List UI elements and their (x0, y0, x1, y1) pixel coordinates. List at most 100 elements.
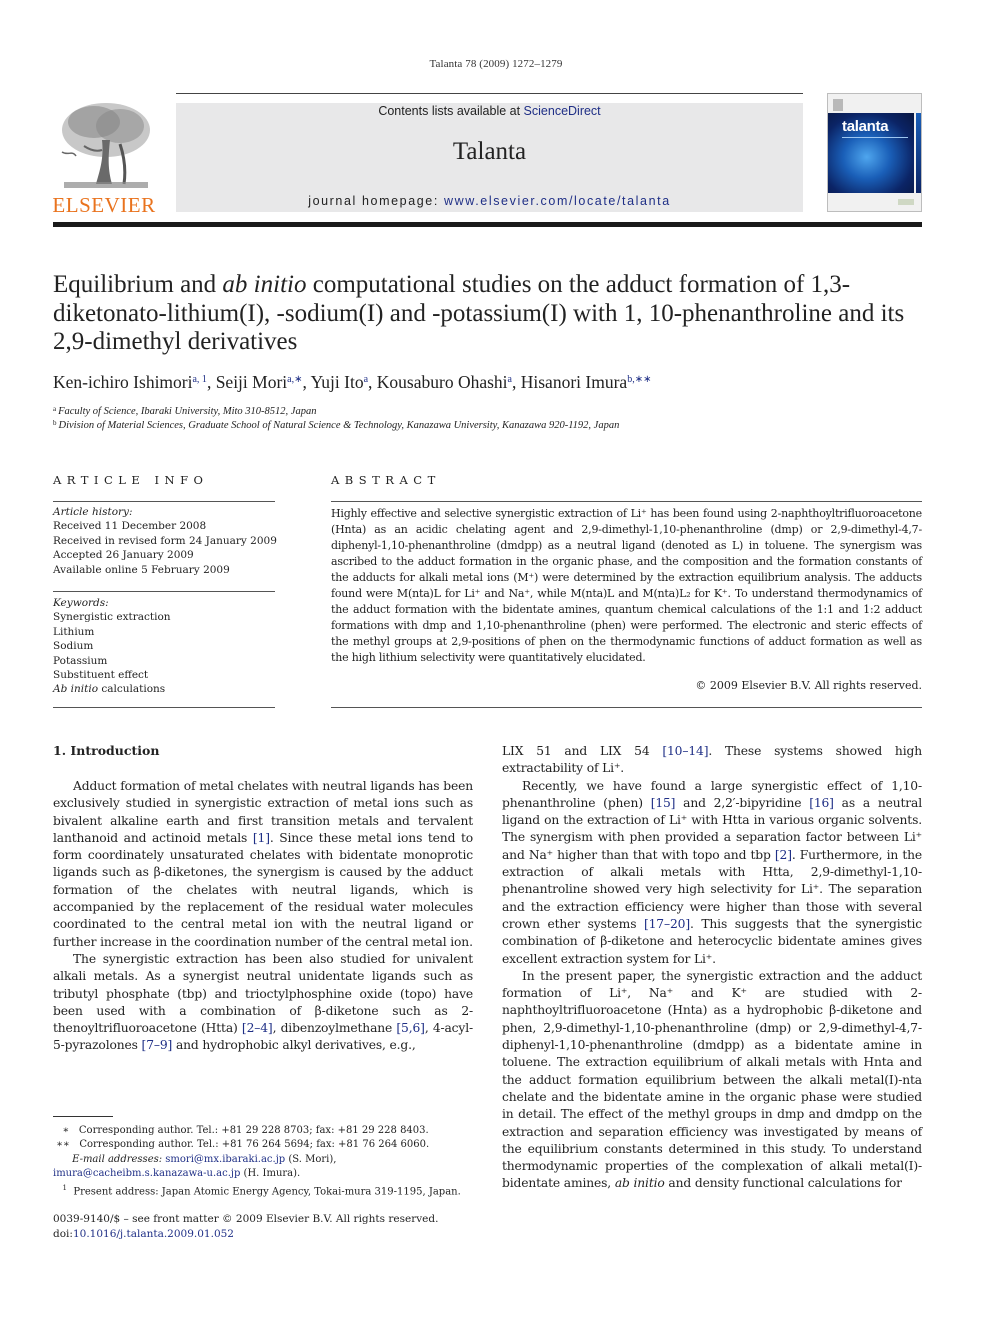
affiliation-mark: a (53, 405, 57, 413)
reference-link[interactable]: [5,6] (396, 1021, 425, 1035)
author-name[interactable]: Hisanori Imura (521, 372, 627, 392)
abstract-copyright: © 2009 Elsevier B.V. All rights reserved… (695, 679, 922, 692)
footnote-text: Present address: Japan Atomic Energy Age… (73, 1186, 461, 1198)
keyword: Substituent effect (53, 669, 149, 682)
footnote-emails-cont: imura@cacheibm.s.kanazawa-u.ac.jp (H. Im… (53, 1167, 473, 1181)
paragraph-text: . Since these metal ions tend to form co… (53, 830, 474, 949)
paragraph-text: and density functional calculations for (664, 1176, 902, 1191)
keyword-rest: calculations (98, 683, 166, 696)
affiliation-b: b Division of Material Sciences, Graduate… (53, 419, 619, 431)
cover-spine-strip (916, 113, 921, 193)
reference-link[interactable]: [2] (775, 848, 792, 862)
journal-homepage-link[interactable]: www.elsevier.com/locate/talanta (444, 194, 671, 208)
contents-line: Contents lists available at ScienceDirec… (176, 104, 803, 118)
reference-link[interactable]: [2–4] (242, 1021, 273, 1035)
reference-link[interactable]: [1] (253, 831, 270, 845)
abstract-rule (331, 501, 922, 502)
reference-link[interactable]: [10–14] (662, 744, 708, 758)
author-marks[interactable]: a (364, 374, 368, 385)
author-marks[interactable]: b,∗∗ (627, 374, 651, 385)
author-name[interactable]: Kousaburo Ohashi (377, 372, 508, 392)
author-name[interactable]: Seiji Mori (216, 372, 287, 392)
author-name[interactable]: Yuji Ito (311, 372, 364, 392)
elsevier-tree-icon (61, 103, 150, 188)
affiliation-text: Faculty of Science, Ibaraki University, … (58, 406, 317, 417)
history-accepted: Accepted 26 January 2009 (53, 549, 194, 562)
footnote-mark: ∗ (62, 1125, 70, 1136)
footnote-text: Corresponding author. Tel.: +81 29 228 8… (78, 1125, 429, 1136)
reference-link[interactable]: [15] (651, 796, 676, 810)
reference-link[interactable]: [17–20] (644, 917, 690, 931)
right-column: LIX 51 and LIX 54 [10–14]. These systems… (502, 743, 922, 1193)
reference-link[interactable]: [7–9] (142, 1038, 173, 1052)
affiliation-a: a Faculty of Science, Ibaraki University,… (53, 405, 316, 417)
cover-publisher-badge (833, 99, 843, 111)
contents-prefix: Contents lists available at (378, 104, 524, 118)
article-title: Equilibrium and ab initio computational … (53, 271, 923, 357)
issn-line: 0039-9140/$ – see front matter © 2009 El… (53, 1213, 439, 1225)
sciencedirect-link[interactable]: ScienceDirect (524, 104, 601, 118)
doi-line: doi:10.1016/j.talanta.2009.01.052 (53, 1227, 473, 1242)
intro-paragraph: LIX 51 and LIX 54 [10–14]. These systems… (502, 743, 922, 778)
header-top-rule (176, 93, 803, 94)
email-owner: (H. Imura). (240, 1167, 301, 1179)
cover-footer-logo (898, 199, 914, 205)
left-column: Adduct formation of metal chelates with … (53, 778, 473, 1055)
italic-text: ab initio (614, 1176, 665, 1191)
front-matter: 0039-9140/$ – see front matter © 2009 El… (53, 1212, 473, 1241)
footnote-mark: ∗∗ (56, 1139, 70, 1151)
cover-title: talanta (842, 118, 889, 135)
paragraph-text: , dibenzoylmethane (272, 1021, 397, 1036)
intro-paragraph: Recently, we have found a large synergis… (502, 778, 922, 968)
journal-title: Talanta (452, 138, 527, 165)
article-info-bottom-rule (53, 707, 275, 708)
author-list: Ken-ichiro Ishimoria, 1, Seiji Moria,∗, … (53, 372, 652, 392)
email-label: E-mail addresses: (72, 1153, 163, 1165)
article-history-heading: Article history: (53, 506, 133, 518)
author-marks[interactable]: a (508, 374, 512, 385)
doi-link[interactable]: 10.1016/j.talanta.2009.01.052 (73, 1228, 234, 1240)
history-revised: Received in revised form 24 January 2009 (53, 534, 277, 547)
elsevier-wordmark: ELSEVIER (52, 193, 156, 217)
intro-paragraph: The synergistic extraction has been also… (53, 951, 473, 1055)
email-link-mori[interactable]: smori@mx.ibaraki.ac.jp (165, 1154, 285, 1165)
journal-homepage: journal homepage: www.elsevier.com/locat… (176, 194, 803, 208)
intro-paragraph: Adduct formation of metal chelates with … (53, 778, 473, 951)
header-bottom-rule (53, 222, 922, 227)
keywords-list: Keywords: Synergistic extraction Lithium… (53, 596, 275, 697)
author-marks[interactable]: a,∗ (287, 374, 302, 385)
paragraph-text: In the present paper, the synergistic ex… (502, 968, 922, 1191)
keyword: Ab initio calculations (53, 682, 275, 696)
keyword: Sodium (53, 640, 94, 653)
title-italic: ab initio (222, 271, 307, 298)
footnote-rule (53, 1116, 113, 1117)
footnote-emails: E-mail addresses: smori@mx.ibaraki.ac.jp… (53, 1153, 473, 1167)
abstract-heading: ABSTRACT (331, 473, 441, 487)
affiliation-text: Division of Material Sciences, Graduate … (58, 420, 620, 431)
footnote-text: Corresponding author. Tel.: +81 76 264 5… (79, 1139, 430, 1151)
footnotes: ∗ Corresponding author. Tel.: +81 29 228… (53, 1124, 473, 1200)
title-part-1: Equilibrium and (53, 271, 223, 298)
journal-cover-thumbnail[interactable]: talanta (827, 93, 922, 212)
paragraph-text: and 2,2′-bipyridine (675, 795, 810, 810)
footnote-corresponding-1: ∗ Corresponding author. Tel.: +81 29 228… (53, 1124, 473, 1138)
abstract-bottom-rule (331, 707, 922, 708)
email-link-imura[interactable]: imura@cacheibm.s.kanazawa-u.ac.jp (53, 1168, 240, 1179)
paragraph-text: LIX 51 and LIX 54 (502, 744, 663, 758)
keyword: Potassium (53, 654, 108, 667)
reference-link[interactable]: [16] (809, 796, 834, 810)
elsevier-logo[interactable]: ELSEVIER (52, 100, 156, 217)
abstract-text: Highly effective and selective synergist… (331, 507, 922, 664)
author-marks[interactable]: a, 1 (192, 374, 206, 385)
author-name[interactable]: Ken-ichiro Ishimori (53, 372, 192, 392)
affiliation-mark: b (53, 419, 57, 427)
article-info-rule (53, 501, 275, 502)
cover-subtitle-line (842, 137, 908, 138)
journal-citation: Talanta 78 (2009) 1272–1279 (429, 58, 563, 70)
email-owner: (S. Mori), (285, 1153, 337, 1165)
journal-masthead: Contents lists available at ScienceDirec… (176, 103, 803, 212)
keyword: Synergistic extraction (53, 611, 171, 624)
history-received: Received 11 December 2008 (53, 520, 207, 533)
article-info-heading: ARTICLE INFO (53, 473, 209, 487)
paragraph-text: and hydrophobic alkyl derivatives, e.g., (172, 1038, 416, 1053)
